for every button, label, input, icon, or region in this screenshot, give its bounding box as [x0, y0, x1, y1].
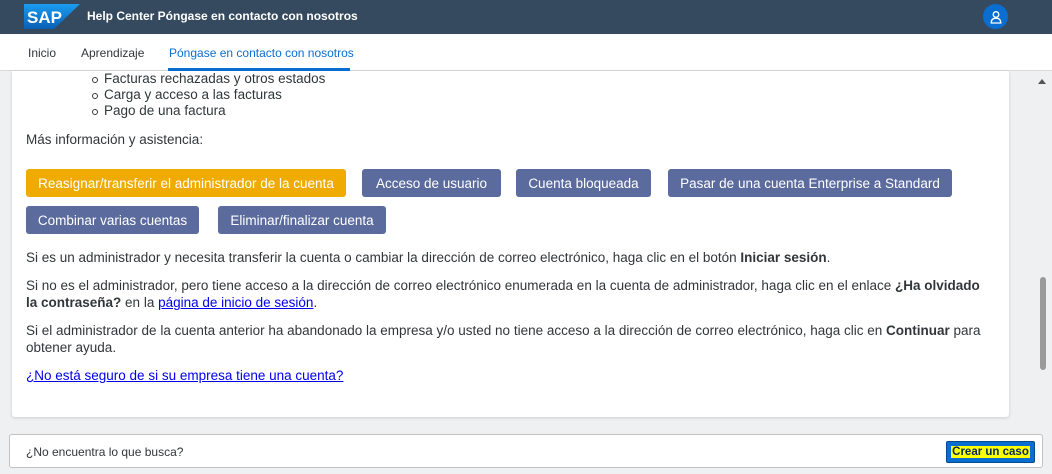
top-navigation: Inicio Aprendizaje Póngase en contacto c… — [0, 34, 1052, 71]
account-exists-link[interactable]: ¿No está seguro de si su empresa tiene u… — [26, 368, 343, 383]
user-icon — [990, 10, 1001, 24]
create-case-label: Crear un caso — [951, 446, 1030, 458]
help-link-container: ¿No está seguro de si su empresa tiene u… — [26, 367, 343, 384]
scroll-up-arrow-icon[interactable] — [1038, 79, 1046, 84]
content-card: Facturas rechazadas y otros estados Carg… — [12, 71, 1009, 417]
svg-text:SAP: SAP — [27, 8, 62, 27]
user-access-button[interactable]: Acceso de usuario — [362, 169, 501, 197]
list-item: Facturas rechazadas y otros estados — [91, 71, 325, 87]
topic-list: Facturas rechazadas y otros estados Carg… — [91, 71, 325, 119]
paragraph-former-admin: Si el administrador de la cuenta anterio… — [26, 323, 981, 355]
enterprise-to-standard-button[interactable]: Pasar de una cuenta Enterprise a Standar… — [668, 169, 952, 197]
shell-bar: SAP Help Center Póngase en contacto con … — [0, 0, 1052, 34]
tab-inicio[interactable]: Inicio — [28, 46, 56, 60]
scrollbar-thumb[interactable] — [1040, 277, 1046, 370]
more-info-heading: Más información y asistencia: — [26, 132, 204, 147]
paragraph-non-admin: Si no es el administrador, pero tiene ac… — [26, 278, 980, 310]
list-item: Pago de una factura — [91, 103, 325, 119]
delete-account-button[interactable]: Eliminar/finalizar cuenta — [218, 206, 386, 234]
footer-bar: ¿No encuentra lo que busca? Crear un cas… — [9, 434, 1043, 468]
create-case-button[interactable]: Crear un caso — [946, 441, 1035, 463]
sap-logo[interactable]: SAP — [24, 4, 80, 29]
shell-title: Help Center Póngase en contacto con noso… — [87, 9, 358, 23]
tab-contacto[interactable]: Póngase en contacto con nosotros — [169, 46, 354, 60]
login-page-link[interactable]: página de inicio de sesión — [158, 295, 313, 310]
paragraph-admin: Si es un administrador y necesita transf… — [26, 250, 831, 265]
list-item: Carga y acceso a las facturas — [91, 87, 325, 103]
reassign-admin-button[interactable]: Reasignar/transferir el administrador de… — [26, 169, 346, 197]
tab-aprendizaje[interactable]: Aprendizaje — [81, 46, 144, 60]
locked-account-button[interactable]: Cuenta bloqueada — [516, 169, 651, 197]
footer-question: ¿No encuentra lo que busca? — [26, 445, 184, 459]
user-avatar-button[interactable] — [983, 4, 1008, 29]
merge-accounts-button[interactable]: Combinar varias cuentas — [26, 206, 199, 234]
